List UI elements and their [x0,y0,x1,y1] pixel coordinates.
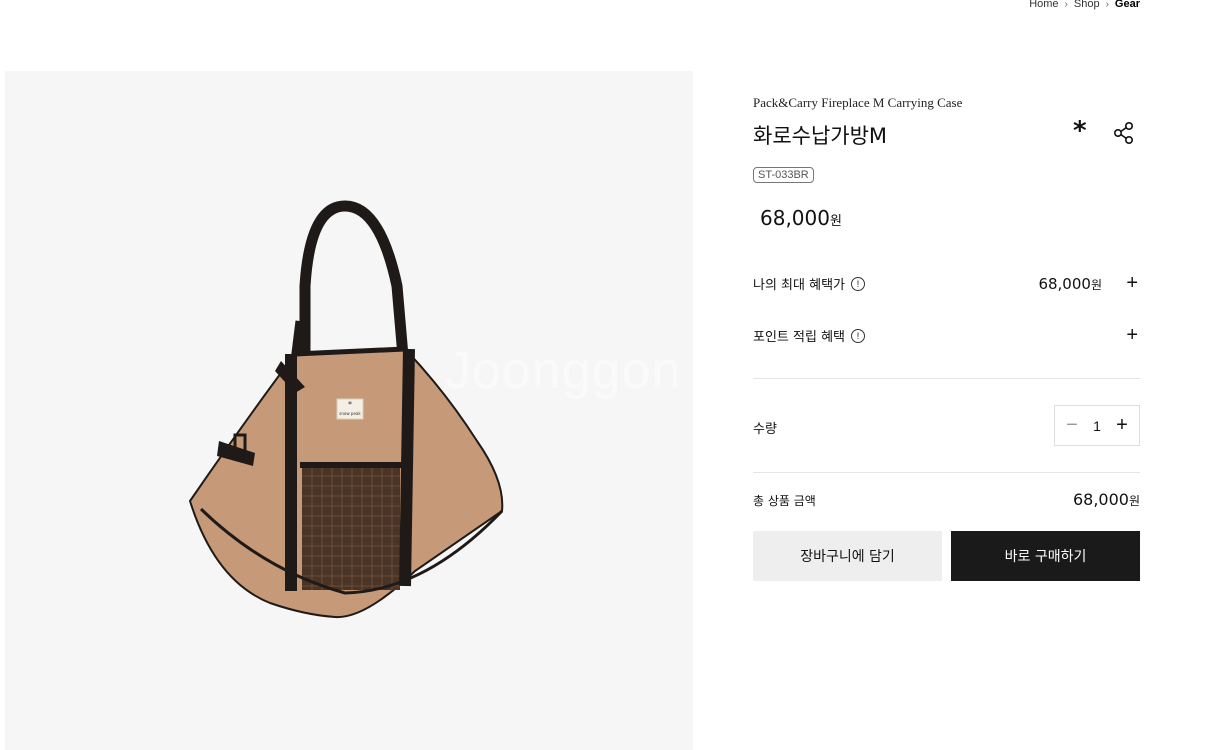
increase-quantity-button[interactable]: + [1113,414,1131,437]
brand-tag-text: snow peak [339,411,361,416]
breadcrumb-separator: › [1105,0,1109,10]
max-benefit-value: 68,000 [1038,274,1091,293]
total-label: 총 상품 금액 [753,494,816,508]
total-amount: 68,000원 [1073,490,1140,509]
total-currency: 원 [1128,494,1140,508]
max-benefit-label: 나의 최대 혜택가 [753,278,845,293]
quantity-label: 수량 [753,422,777,437]
product-title: 화로수납가방M [753,124,888,148]
quantity-stepper: − 1 + [1054,405,1140,446]
buy-now-button[interactable]: 바로 구매하기 [951,531,1140,581]
product-subtitle: Pack&Carry Fireplace M Carrying Case [753,95,963,110]
expand-point-benefit-button[interactable]: + [1126,324,1138,347]
bag-illustration: * snow peak [188,200,504,619]
product-code-badge: ST-033BR [753,167,814,183]
add-to-cart-button[interactable]: 장바구니에 담기 [753,531,942,581]
expand-max-benefit-button[interactable]: + [1126,272,1138,295]
point-benefit-label: 포인트 적립 혜택 [753,330,845,345]
max-benefit-price: 68,000원 [1038,275,1102,293]
total-value: 68,000 [1072,490,1129,509]
share-icon[interactable] [1113,121,1135,145]
info-icon[interactable]: ! [851,328,865,343]
max-benefit-row: 나의 최대 혜택가 ! 68,000원 + [753,272,1140,295]
price-currency: 원 [829,214,842,229]
breadcrumb-separator: › [1064,0,1068,10]
asterisk-icon[interactable]: * [1073,116,1087,146]
decrease-quantity-button[interactable]: − [1063,414,1081,437]
divider [753,472,1140,473]
product-price: 68,000원 [760,206,842,230]
breadcrumb-current[interactable]: Gear [1115,0,1140,10]
price-value: 68,000 [760,206,830,230]
watermark: Joonggon [445,342,682,400]
product-image: * snow peak Joonggon [5,71,693,750]
breadcrumb-shop[interactable]: Shop [1074,0,1100,10]
max-benefit-currency: 원 [1090,277,1102,292]
info-icon[interactable]: ! [851,276,865,291]
breadcrumb-home[interactable]: Home [1029,0,1058,10]
point-benefit-row: 포인트 적립 혜택 ! + [753,324,1140,347]
quantity-value[interactable]: 1 [1093,418,1101,434]
breadcrumb: Home › Shop › Gear [1029,0,1140,10]
divider [753,378,1140,379]
svg-text:*: * [348,400,352,409]
